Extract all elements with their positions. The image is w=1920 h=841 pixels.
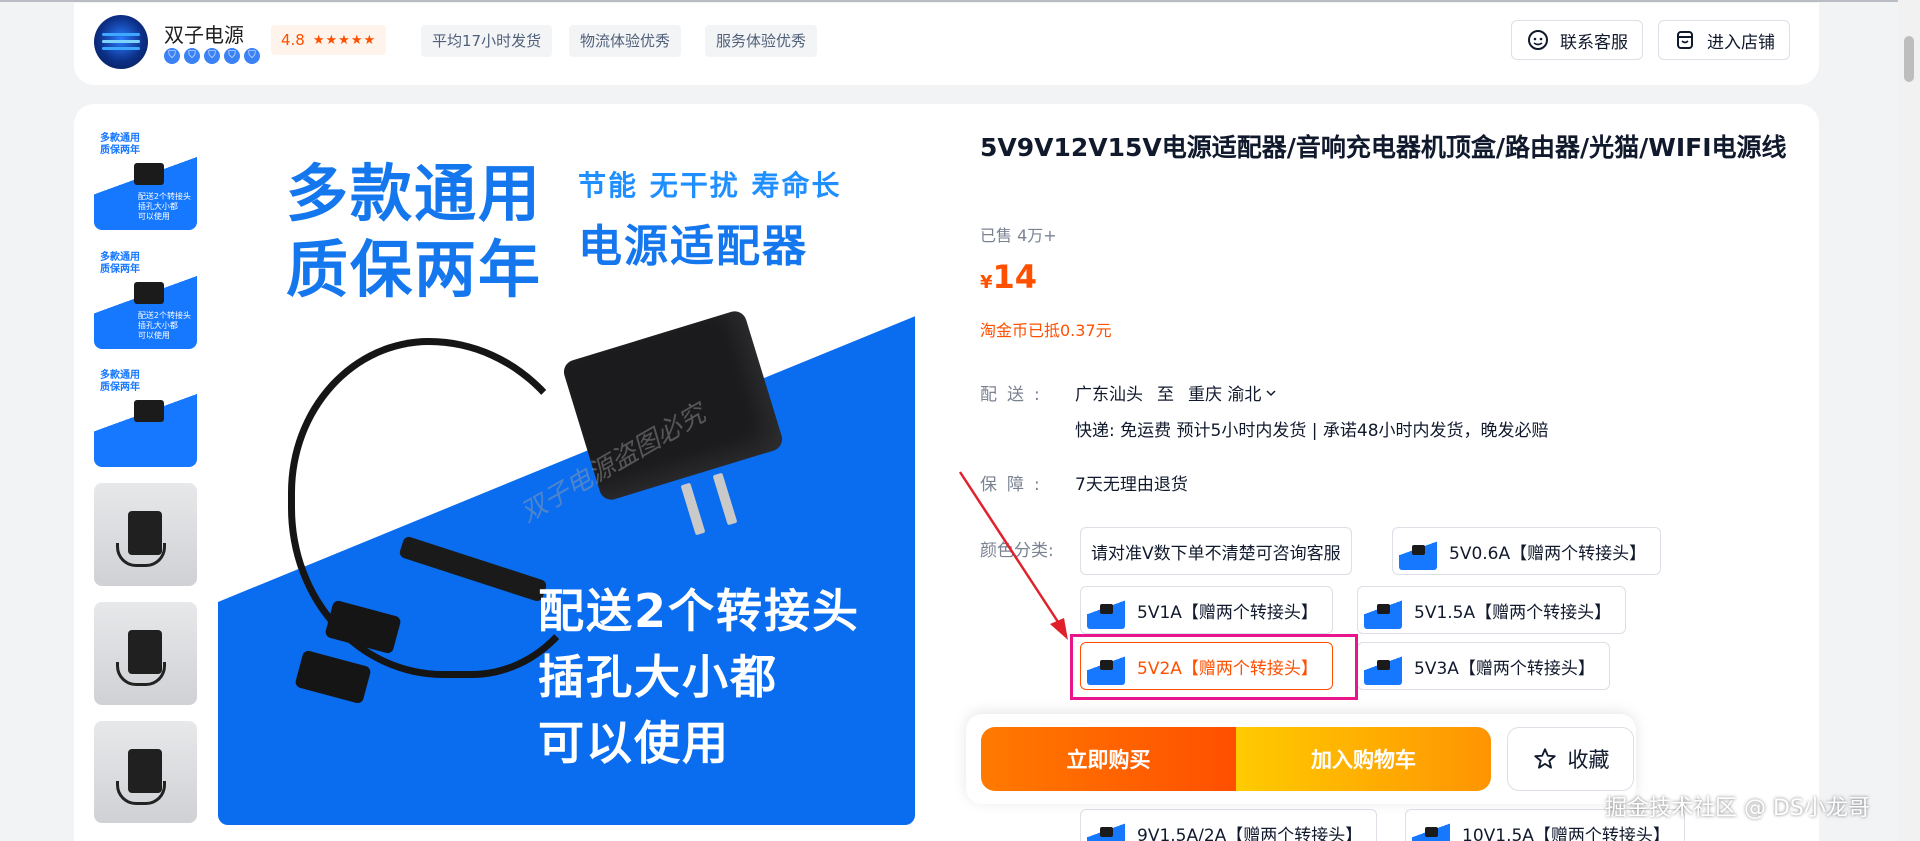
image-headline: 多款通用 质保两年 — [286, 157, 543, 306]
option-5v3a[interactable]: 5V3A【赠两个转接头】 — [1357, 642, 1610, 690]
gallery-thumb[interactable]: 多款通用 质保两年 — [94, 364, 197, 467]
crown-icon: ⛉ — [184, 48, 200, 64]
thumb-caption: 配送2个转接头 插孔大小都 可以使用 — [137, 192, 191, 221]
top-border — [0, 0, 1920, 2]
option-label: 请对准V数下单不清楚可咨询客服 — [1091, 543, 1341, 564]
thumb-caption: 配送2个转接头 插孔大小都 可以使用 — [137, 311, 191, 340]
crown-icon: ⛉ — [204, 48, 220, 64]
product-title: 5V9V12V15V电源适配器/音响充电器机顶盒/路由器/光猫/WIFI电源线 — [980, 133, 1787, 162]
option-label: 5V3A【赠两个转接头】 — [1414, 658, 1595, 679]
delivery-label: 配送: — [980, 385, 1050, 405]
option-consult[interactable]: 请对准V数下单不清楚可咨询客服 — [1080, 527, 1352, 575]
delivery-route: 广东汕头 至 重庆 渝北 — [1075, 380, 1277, 405]
buy-now-button[interactable]: 立即购买 — [981, 727, 1236, 791]
image-bottom-text: 配送2个转接头 插孔大小都 可以使用 — [538, 584, 861, 770]
shop-logo[interactable] — [94, 15, 148, 69]
adapter-image — [134, 282, 164, 304]
option-label: 9V1.5A/2A【赠两个转接头】 — [1137, 825, 1363, 841]
option-label: 5V1A【赠两个转接头】 — [1137, 602, 1318, 623]
shop-header: 双子电源 ⛉ ⛉ ⛉ ⛉ ⛉ 4.8 ★★★★★ 平均17小时发货 物流体验优秀… — [74, 3, 1819, 85]
option-label: 5V1.5A【赠两个转接头】 — [1414, 602, 1612, 623]
customer-service-icon — [1528, 30, 1548, 50]
gallery-thumb[interactable] — [94, 602, 197, 705]
favorite-label: 收藏 — [1567, 748, 1610, 772]
cable-image — [116, 781, 166, 805]
adapter-image — [134, 163, 164, 185]
thumb-headline: 多款通用 质保两年 — [100, 133, 140, 156]
shop-name[interactable]: 双子电源 — [164, 19, 244, 48]
crown-icon: ⛉ — [224, 48, 240, 64]
ship-to-word: 至 — [1157, 385, 1174, 405]
tag-service: 服务体验优秀 — [705, 25, 818, 57]
annotation-arrow-icon — [958, 471, 1068, 640]
option-label: 5V0.6A【赠两个转接头】 — [1449, 543, 1647, 564]
ship-to: 重庆 渝北 — [1188, 385, 1262, 405]
option-label: 10V1.5A【赠两个转接头】 — [1462, 825, 1670, 841]
adapter-image — [134, 400, 164, 422]
option-thumbnail — [1399, 532, 1437, 570]
crown-icon: ⛉ — [244, 48, 260, 64]
price-value: 14 — [992, 258, 1038, 296]
sold-count: 已售 4万+ — [980, 226, 1057, 245]
option-5v0.6a[interactable]: 5V0.6A【赠两个转接头】 — [1392, 527, 1662, 575]
crown-icon: ⛉ — [164, 48, 180, 64]
gallery-thumb[interactable] — [94, 483, 197, 586]
thumb-headline: 多款通用 质保两年 — [100, 252, 140, 275]
coin-discount-note: 淘金币已抵0.37元 — [980, 321, 1112, 340]
ship-from: 广东汕头 — [1075, 385, 1143, 405]
enter-store-label: 进入店铺 — [1707, 32, 1775, 53]
option-thumbnail — [1087, 591, 1125, 629]
image-product-name: 电源适配器 — [578, 221, 808, 272]
scrollbar[interactable] — [1898, 0, 1920, 841]
cable-image — [116, 662, 166, 686]
guarantee-value: 7天无理由退货 — [1075, 475, 1188, 495]
chevron-down-icon — [1266, 389, 1276, 396]
tag-logistics: 物流体验优秀 — [569, 25, 682, 57]
ship-to-selector[interactable]: 重庆 渝北 — [1188, 380, 1277, 405]
option-thumbnail — [1412, 814, 1450, 841]
shop-rating: 4.8 ★★★★★ — [271, 25, 387, 55]
star-outline-icon — [1533, 748, 1556, 769]
price: ¥14 — [980, 258, 1037, 296]
option-5v1a[interactable]: 5V1A【赠两个转接头】 — [1080, 586, 1333, 634]
delivery-detail: 快递: 免运费 预计5小时内发货 | 承诺48小时内发货，晚发必赔 — [1075, 421, 1549, 441]
option-thumbnail — [1364, 591, 1402, 629]
option-9v1.5a-2a[interactable]: 9V1.5A/2A【赠两个转接头】 — [1080, 809, 1378, 841]
option-thumbnail — [1087, 814, 1125, 841]
main-product-image[interactable]: 多款通用 质保两年 节能 无干扰 寿命长 电源适配器 双子电源盗图必究 配送2个转… — [218, 128, 915, 825]
scrollbar-thumb[interactable] — [1904, 36, 1914, 82]
add-to-cart-button[interactable]: 加入购物车 — [1236, 727, 1491, 791]
image-features: 节能 无干扰 寿命长 — [578, 169, 842, 202]
contact-service-label: 联系客服 — [1560, 32, 1628, 53]
enter-store-button[interactable]: 进入店铺 — [1658, 20, 1790, 60]
star-icons: ★★★★★ — [312, 32, 377, 48]
store-icon — [1677, 31, 1693, 49]
source-watermark: 掘金技术社区 @ DS小龙哥 — [1605, 796, 1870, 821]
option-thumbnail — [1364, 647, 1402, 685]
gallery-thumb[interactable]: 多款通用 质保两年 配送2个转接头 插孔大小都 可以使用 — [94, 127, 197, 230]
option-5v1.5a[interactable]: 5V1.5A【赠两个转接头】 — [1357, 586, 1627, 634]
rating-score: 4.8 — [281, 31, 305, 49]
shop-crowns: ⛉ ⛉ ⛉ ⛉ ⛉ — [164, 48, 260, 64]
gallery-thumb[interactable]: 多款通用 质保两年 配送2个转接头 插孔大小都 可以使用 — [94, 246, 197, 349]
contact-service-button[interactable]: 联系客服 — [1511, 20, 1643, 60]
currency-symbol: ¥ — [980, 272, 993, 293]
tag-shipping-speed: 平均17小时发货 — [421, 25, 553, 57]
thumb-headline: 多款通用 质保两年 — [100, 370, 140, 393]
cable-image — [116, 543, 166, 567]
favorite-button[interactable]: 收藏 — [1507, 727, 1634, 791]
gallery-thumb[interactable] — [94, 721, 197, 823]
annotation-highlight-box — [1070, 634, 1358, 700]
